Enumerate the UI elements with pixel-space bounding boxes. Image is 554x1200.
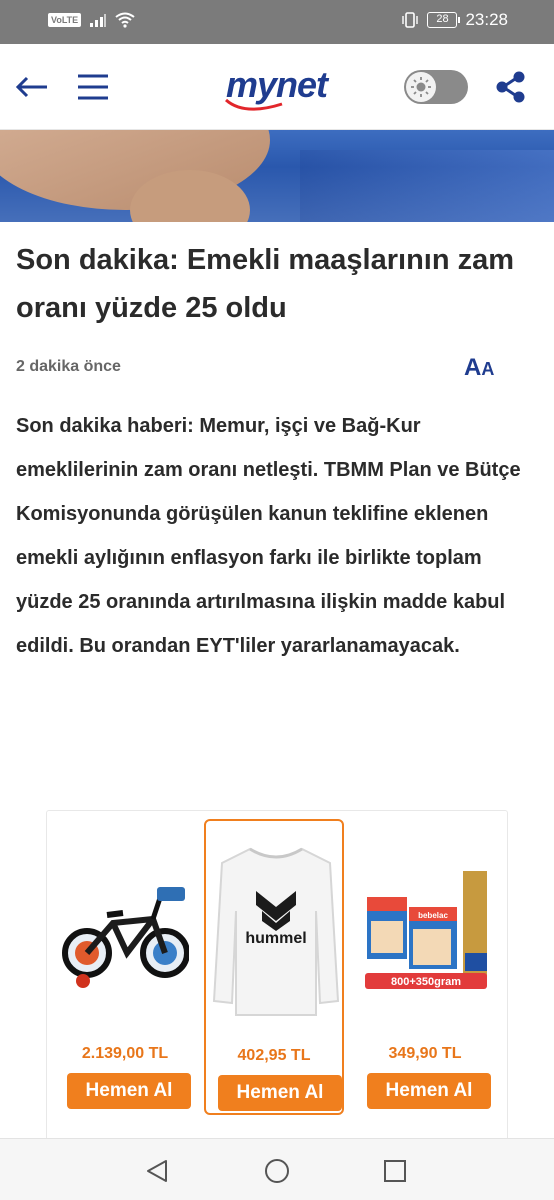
back-triangle-icon[interactable] — [144, 1157, 172, 1185]
article-body: Son dakika haberi: Memur, işçi ve Bağ-Ku… — [16, 415, 521, 657]
article-title: Son dakika: Emekli maaşlarının zam oranı… — [16, 244, 515, 324]
hummel-print: hummel — [245, 930, 306, 947]
product-price: 402,95 TL — [237, 1047, 311, 1064]
product-card[interactable]: hummel 402,95 TL Hemen Al — [204, 819, 344, 1115]
product-ad-carousel: 2.139,00 TL Hemen Al hummel 402,95 TL He… — [46, 810, 508, 1150]
bebelac-print: bebelac — [418, 911, 448, 920]
logo-swoosh — [225, 98, 283, 111]
wifi-icon — [115, 12, 135, 28]
product-price: 2.139,00 TL — [81, 1045, 169, 1062]
theme-toggle[interactable] — [404, 70, 468, 104]
toggle-knob — [406, 72, 436, 102]
article-time: 2 dakika önce — [16, 358, 121, 375]
article-hero-image — [0, 130, 554, 222]
recents-square-icon[interactable] — [381, 1157, 409, 1185]
back-arrow-icon[interactable] — [14, 72, 50, 102]
signal-icon — [90, 14, 107, 27]
font-size-button[interactable]: AA — [464, 354, 504, 382]
buy-now-button[interactable]: Hemen Al — [218, 1075, 342, 1111]
product-card[interactable]: 2.139,00 TL Hemen Al — [55, 819, 195, 1115]
pack-size-badge: 800+350gram — [391, 976, 461, 988]
battery-indicator: 28 — [427, 12, 461, 28]
vibrate-icon — [402, 12, 419, 28]
app-header: mynet — [0, 44, 554, 130]
diaper-packs-image: bebelac 800+350gram — [365, 871, 487, 989]
system-nav-bar — [0, 1138, 554, 1200]
status-bar: VoLTE 28 23:28 — [0, 0, 554, 44]
buy-now-button[interactable]: Hemen Al — [367, 1073, 491, 1109]
status-left: VoLTE — [48, 12, 135, 28]
home-circle-icon[interactable] — [263, 1157, 291, 1185]
font-size-small-a: A — [481, 359, 495, 379]
clock: 23:28 — [465, 10, 508, 29]
share-icon[interactable] — [494, 70, 528, 104]
product-price: 349,90 TL — [388, 1045, 462, 1062]
font-size-big-a: A — [464, 354, 482, 381]
sweatshirt-image: hummel — [212, 847, 340, 1016]
hero-shirt-shade — [300, 150, 554, 222]
bicycle-image — [62, 887, 189, 988]
sun-icon — [411, 77, 431, 97]
buy-now-button[interactable]: Hemen Al — [67, 1073, 191, 1109]
hamburger-menu-icon[interactable] — [76, 70, 110, 104]
product-card[interactable]: bebelac 800+350gram 349,90 TL Hemen Al — [355, 819, 495, 1115]
mynet-logo[interactable]: mynet — [224, 58, 334, 116]
status-right: 28 23:28 — [401, 10, 508, 30]
volte-badge: VoLTE — [48, 13, 82, 27]
